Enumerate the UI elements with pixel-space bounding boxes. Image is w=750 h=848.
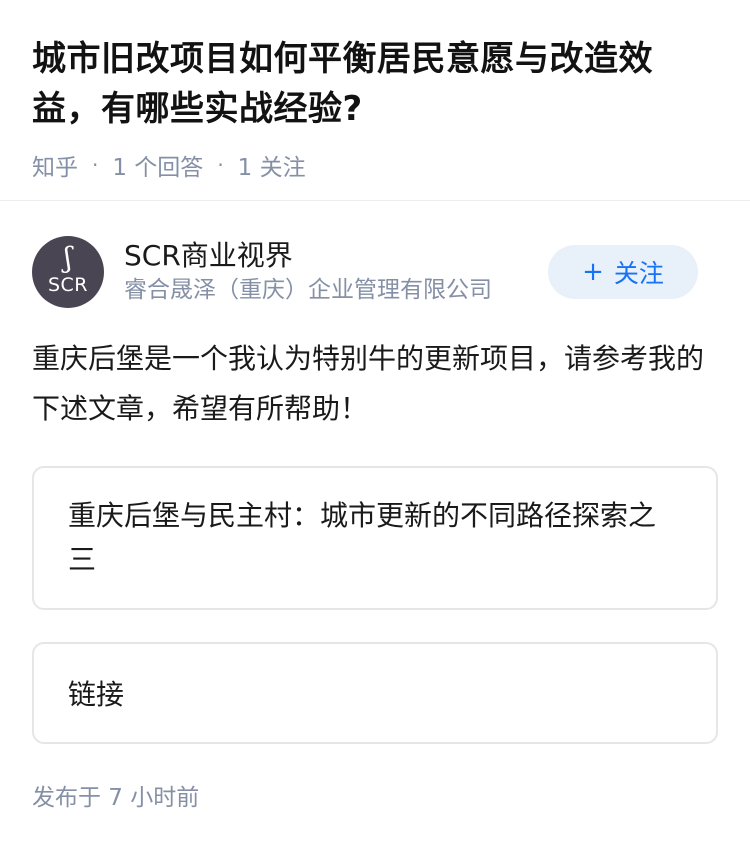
publish-time: 发布于 7 小时前 <box>32 785 200 811</box>
author-description: 睿合晟泽（重庆）企业管理有限公司 <box>124 277 492 303</box>
author-row: ʃ SCR SCR商业视界 睿合晟泽（重庆）企业管理有限公司 + 关注 <box>32 236 698 308</box>
question-meta: 知乎 · 1 个回答 · 1 关注 <box>32 148 718 182</box>
avatar-logo-icon: ʃ <box>64 241 72 274</box>
question-title[interactable]: 城市旧改项目如何平衡居民意愿与改造效益，有哪些实战经验? <box>32 34 718 134</box>
answer-text: 重庆后堡是一个我认为特别牛的更新项目，请参考我的下述文章，希望有所帮助！ <box>32 342 705 425</box>
follower-count[interactable]: 1 关注 <box>238 148 306 182</box>
link-card[interactable]: 链接 <box>32 642 718 744</box>
plus-icon: + <box>582 257 604 287</box>
avatar-initials: SCR <box>47 274 89 296</box>
avatar[interactable]: ʃ SCR <box>32 236 104 308</box>
author-name[interactable]: SCR商业视界 <box>124 238 548 274</box>
article-card-title: 重庆后堡与民主村：城市更新的不同路径探索之三 <box>68 499 657 576</box>
meta-separator: · <box>92 153 99 177</box>
article-card[interactable]: 重庆后堡与民主村：城市更新的不同路径探索之三 <box>32 466 718 610</box>
answer-count[interactable]: 1 个回答 <box>112 148 203 182</box>
link-card-label: 链接 <box>68 678 125 711</box>
follow-button[interactable]: + 关注 <box>548 245 698 299</box>
source-label[interactable]: 知乎 <box>32 148 78 182</box>
author-info: SCR商业视界 睿合晟泽（重庆）企业管理有限公司 <box>124 238 548 306</box>
follow-label: 关注 <box>613 259 664 288</box>
meta-separator: · <box>217 153 224 177</box>
question-header: 城市旧改项目如何平衡居民意愿与改造效益，有哪些实战经验? 知乎 · 1 个回答 … <box>0 0 750 201</box>
